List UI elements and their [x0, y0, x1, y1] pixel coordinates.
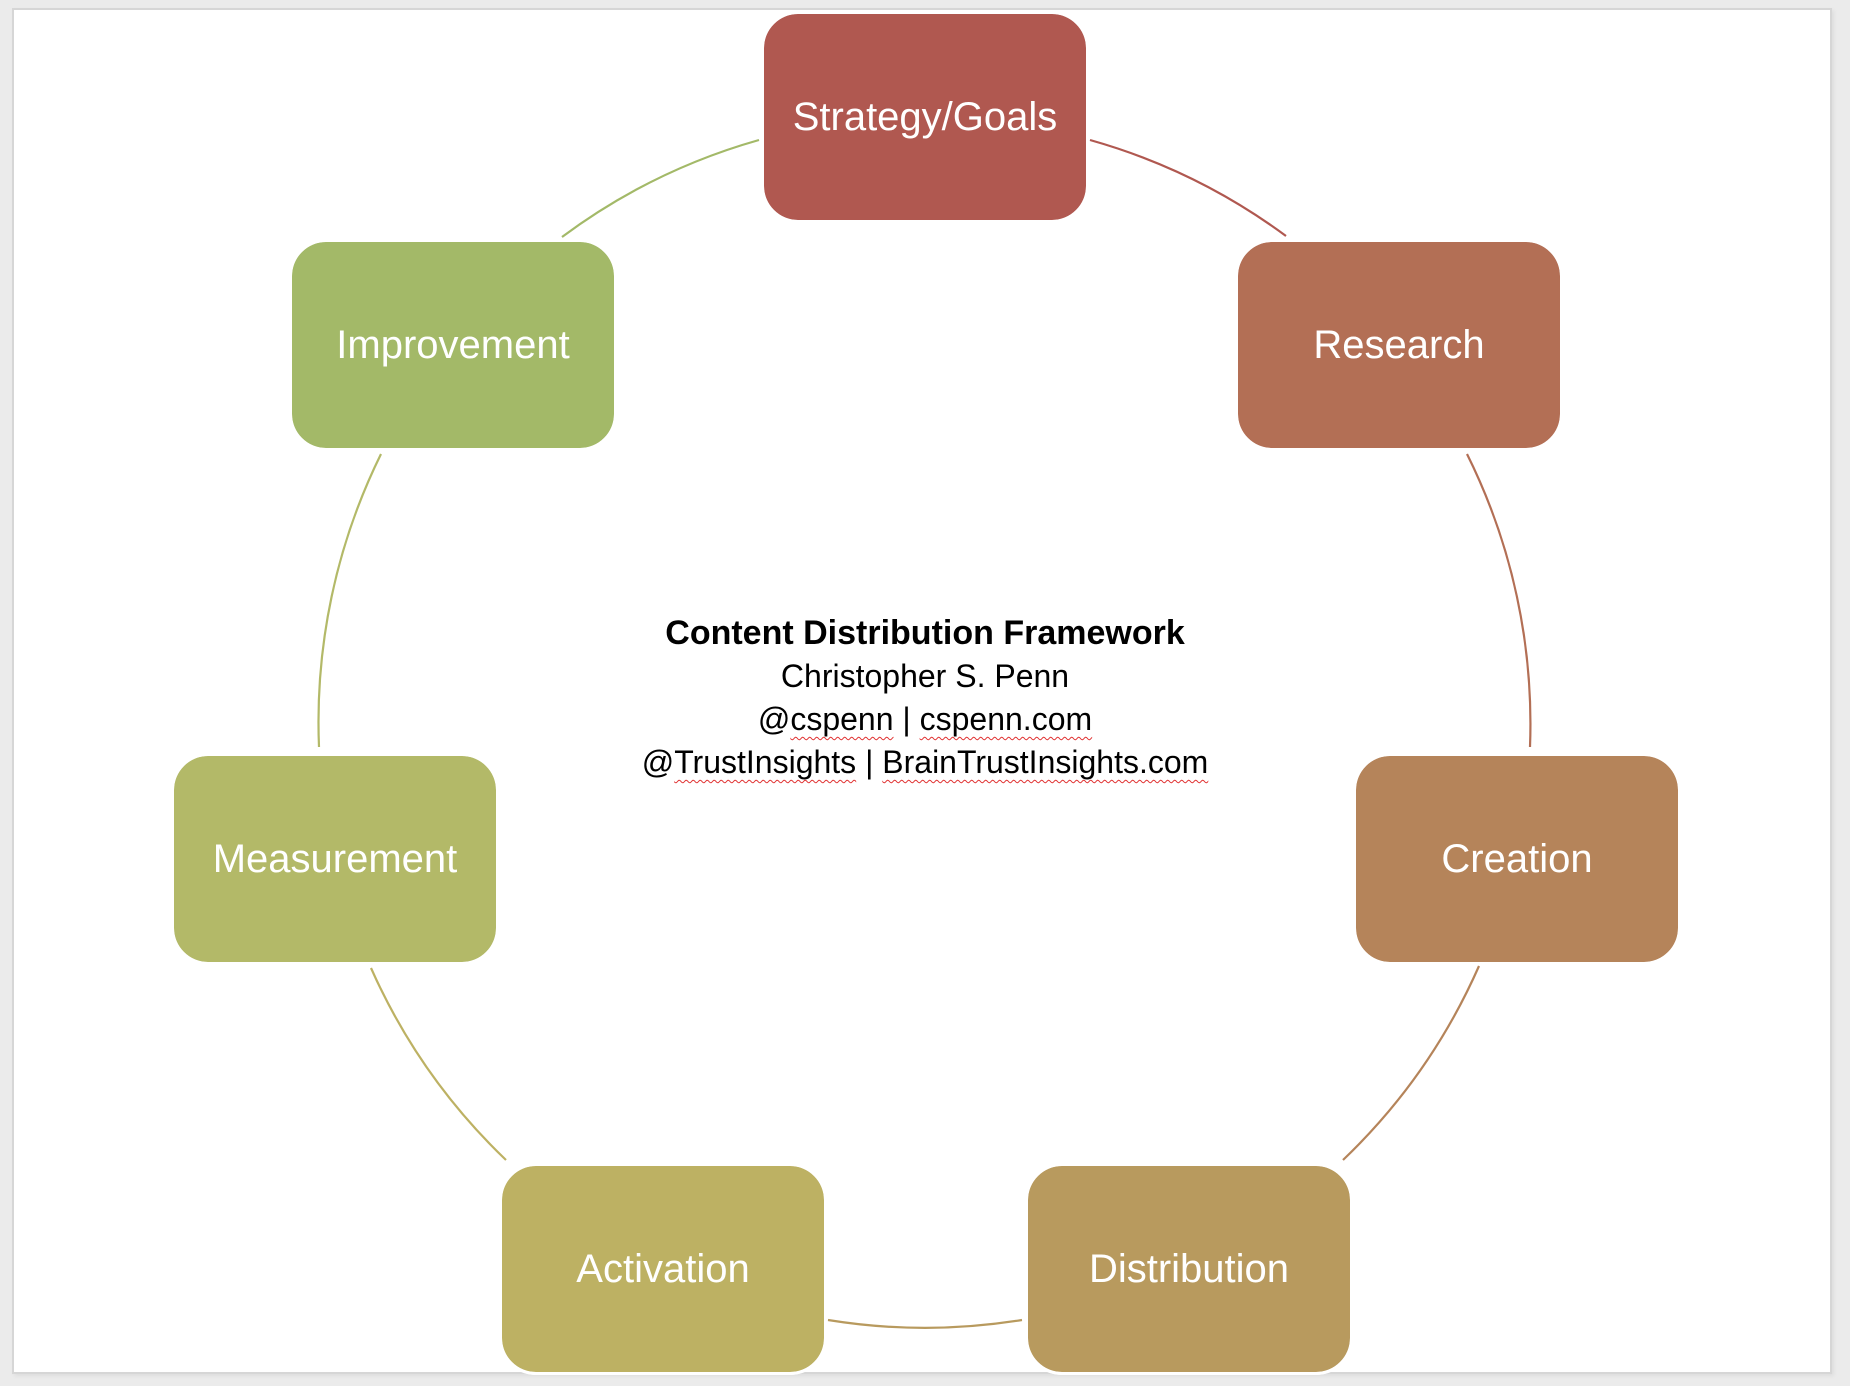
- node-research[interactable]: Research: [1235, 239, 1563, 451]
- spellcheck-flagged-word: TrustInsights: [674, 744, 857, 780]
- node-label: Distribution: [1088, 1246, 1290, 1291]
- connector-strategy-to-research: [1089, 138, 1287, 237]
- center-text-box[interactable]: Content Distribution Framework Christoph…: [525, 612, 1325, 784]
- connector-creation-to-distribution: [1342, 965, 1481, 1161]
- author-name: Christopher S. Penn: [780, 658, 1070, 694]
- node-improvement[interactable]: Improvement: [289, 239, 617, 451]
- company-website-link: BrainTrustInsights.com: [882, 744, 1209, 780]
- node-label: Activation: [576, 1246, 750, 1291]
- company-contact-line: @TrustInsights | BrainTrustInsights.com: [525, 741, 1325, 784]
- connector-research-to-creation: [1466, 453, 1532, 748]
- website-link: cspenn.com: [919, 701, 1093, 737]
- node-creation[interactable]: Creation: [1353, 753, 1681, 965]
- node-label: Research: [1313, 322, 1485, 367]
- node-strategy-goals[interactable]: Strategy/Goals: [761, 11, 1089, 223]
- connector-activation-to-measurement: [369, 967, 507, 1161]
- connector-improvement-to-strategy: [561, 138, 760, 238]
- node-distribution[interactable]: Distribution: [1025, 1163, 1353, 1375]
- node-label: Improvement: [336, 322, 570, 367]
- separator: |: [893, 701, 920, 737]
- node-label: Creation: [1441, 836, 1593, 881]
- connector-distribution-to-activation: [827, 1318, 1023, 1329]
- node-label: Measurement: [212, 836, 458, 881]
- company-handle: @TrustInsights: [641, 744, 857, 780]
- node-label: Strategy/Goals: [792, 94, 1058, 139]
- connector-measurement-to-improvement: [317, 453, 382, 748]
- twitter-handle: @cspenn: [757, 701, 894, 737]
- spellcheck-flagged-word: cspenn: [790, 701, 894, 737]
- node-measurement[interactable]: Measurement: [171, 753, 499, 965]
- node-activation[interactable]: Activation: [499, 1163, 827, 1375]
- framework-title: Content Distribution Framework: [665, 614, 1185, 652]
- separator: |: [856, 744, 883, 780]
- author-contact-line: @cspenn | cspenn.com: [525, 698, 1325, 741]
